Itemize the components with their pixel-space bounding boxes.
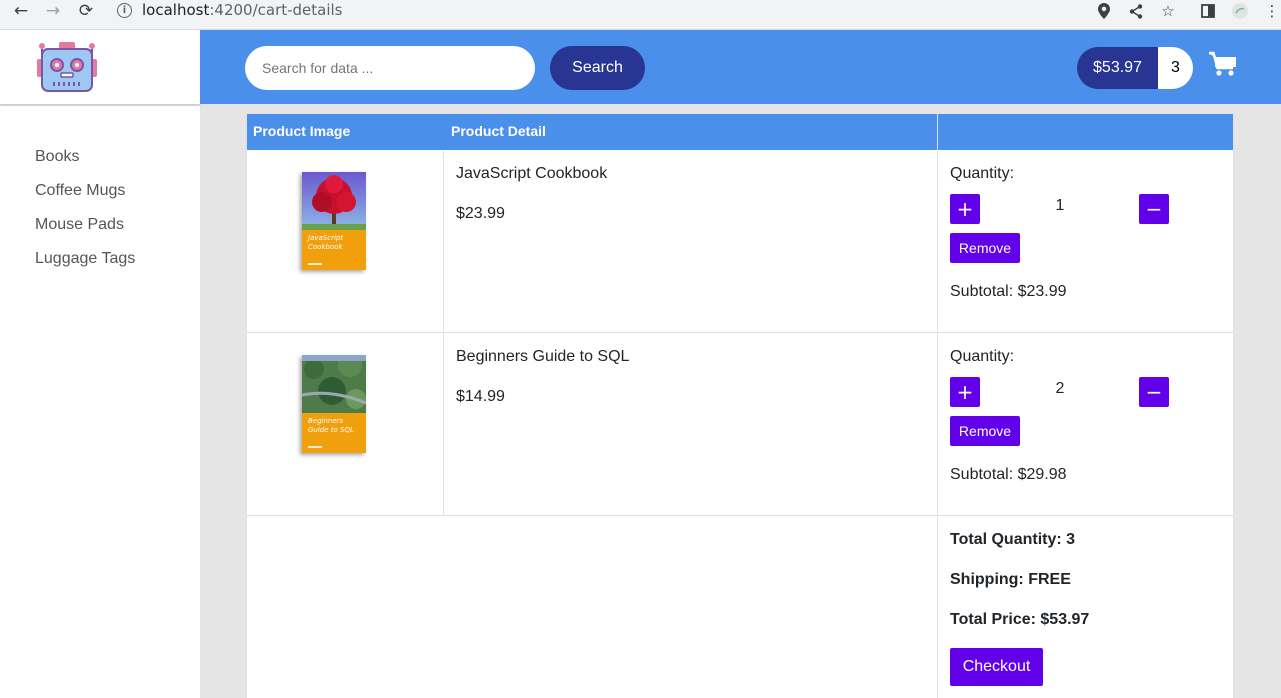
item-subtotal: Subtotal: $29.98: [950, 466, 1067, 483]
reload-icon[interactable]: ⟳: [75, 0, 97, 22]
book-cover-icon: JavaScript Cookbook: [302, 172, 366, 270]
svg-text:Guide to SQL: Guide to SQL: [308, 426, 354, 434]
url-path: :4200/cart-details: [209, 1, 343, 19]
product-price: $14.99: [456, 388, 505, 405]
cart-total-quantity: 3: [1158, 47, 1193, 89]
sidebar-item-books[interactable]: Books: [35, 148, 79, 166]
browser-toolbar: ← → ⟳ i localhost:4200/cart-details ☆ ⋮: [0, 0, 1281, 30]
checkout-button[interactable]: Checkout: [950, 648, 1043, 686]
decrement-quantity-button[interactable]: −: [1139, 377, 1169, 407]
remove-button[interactable]: Remove: [950, 416, 1020, 446]
item-subtotal: Subtotal: $23.99: [950, 283, 1067, 300]
sidebar-item-luggage-tags[interactable]: Luggage Tags: [35, 250, 135, 268]
product-name: JavaScript Cookbook: [456, 165, 608, 182]
forward-arrow-icon[interactable]: →: [42, 0, 64, 22]
product-price: $23.99: [456, 205, 505, 222]
sidebar-item-coffee-mugs[interactable]: Coffee Mugs: [35, 182, 125, 200]
search-button[interactable]: Search: [550, 46, 645, 90]
shipping-info: Shipping: FREE: [950, 571, 1071, 588]
browser-menu-icon[interactable]: ⋮: [1262, 0, 1281, 22]
robot-logo-icon[interactable]: [37, 41, 97, 93]
quantity-label: Quantity:: [950, 165, 1015, 182]
side-panel-icon[interactable]: [1198, 0, 1218, 22]
sidebar: Books Coffee Mugs Mouse Pads Luggage Tag…: [0, 106, 200, 698]
svg-text:Beginners: Beginners: [308, 417, 344, 425]
total-quantity: Total Quantity: 3: [950, 531, 1076, 548]
bookmark-star-icon[interactable]: ☆: [1158, 0, 1178, 22]
quantity-value: 1: [1055, 197, 1065, 214]
column-header-product-image: Product Image: [253, 123, 351, 139]
logo-container: [0, 30, 200, 104]
product-image-javascript-cookbook[interactable]: JavaScript Cookbook: [302, 172, 366, 270]
quantity-label: Quantity:: [950, 348, 1015, 365]
total-price: Total Price: $53.97: [950, 611, 1090, 628]
table-border: [1233, 114, 1234, 698]
share-icon[interactable]: [1126, 0, 1146, 22]
product-image-beginners-guide-to-sql[interactable]: Beginners Guide to SQL: [302, 355, 366, 453]
cart-table: Product Image Product Detail JavaScript …: [246, 114, 1234, 698]
decrement-quantity-button[interactable]: −: [1139, 194, 1169, 224]
quantity-value: 2: [1055, 380, 1065, 397]
shopping-cart-icon[interactable]: [1208, 50, 1238, 80]
svg-text:JavaScript: JavaScript: [306, 234, 343, 242]
sidebar-item-mouse-pads[interactable]: Mouse Pads: [35, 216, 124, 234]
top-header: Search $53.97 3: [200, 30, 1281, 104]
address-bar[interactable]: localhost:4200/cart-details: [142, 1, 343, 19]
increment-quantity-button[interactable]: +: [950, 377, 980, 407]
cart-status[interactable]: $53.97 3: [1077, 47, 1193, 89]
product-name: Beginners Guide to SQL: [456, 348, 630, 365]
row-divider: [246, 332, 1234, 333]
column-divider: [443, 150, 444, 516]
table-header: Product Image Product Detail: [246, 114, 1234, 150]
back-arrow-icon[interactable]: ←: [10, 0, 32, 22]
extension-icon[interactable]: [1230, 0, 1250, 22]
increment-quantity-button[interactable]: +: [950, 194, 980, 224]
site-info-icon[interactable]: i: [117, 3, 132, 18]
url-host: localhost: [142, 1, 210, 19]
search-input[interactable]: [245, 46, 535, 90]
location-pin-icon[interactable]: [1094, 0, 1114, 22]
remove-button[interactable]: Remove: [950, 233, 1020, 263]
svg-text:Cookbook: Cookbook: [308, 243, 344, 251]
column-divider: [937, 114, 938, 698]
column-header-actions: [938, 114, 1234, 150]
book-cover-icon: Beginners Guide to SQL: [302, 355, 366, 453]
column-header-product-detail: Product Detail: [451, 123, 546, 139]
table-border: [246, 114, 247, 698]
row-divider: [246, 515, 1234, 516]
cart-total-price: $53.97: [1077, 47, 1158, 89]
